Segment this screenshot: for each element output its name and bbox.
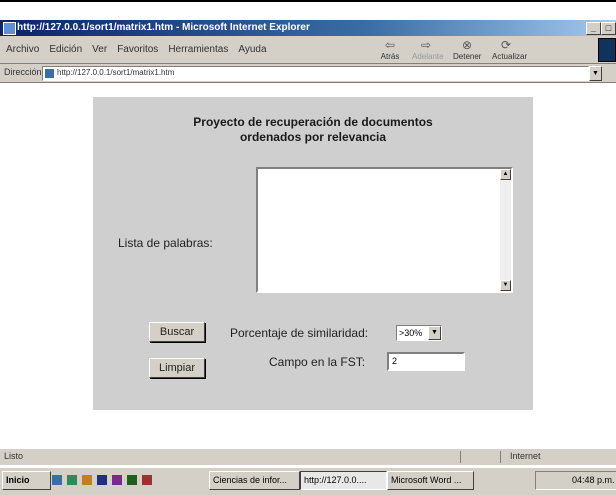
stop-button[interactable]: ⊗ Detener <box>453 38 481 61</box>
taskbar: Inicio Ciencias de infor... http://127.0… <box>0 467 616 495</box>
back-button[interactable]: ⇦ Atrás <box>376 38 404 61</box>
fst-field-input[interactable]: 2 <box>387 352 465 371</box>
address-value: http://127.0.0.1/sort1/matrix1.htm <box>57 68 175 77</box>
fst-field-label: Campo en la FST: <box>269 355 366 369</box>
menu-favoritos[interactable]: Favoritos <box>117 44 158 55</box>
similarity-select[interactable]: >30% ▼ <box>396 325 442 341</box>
quicklaunch-icon[interactable] <box>127 475 137 485</box>
start-button[interactable]: Inicio <box>2 471 51 490</box>
quicklaunch-icon[interactable] <box>82 475 92 485</box>
maximize-button[interactable]: □ <box>601 22 616 35</box>
address-bar: Dirección http://127.0.0.1/sort1/matrix1… <box>0 64 616 83</box>
status-bar: Listo Internet <box>0 448 616 465</box>
scroll-up-icon[interactable]: ▲ <box>500 169 511 180</box>
address-dropdown[interactable]: ▼ <box>589 66 602 81</box>
status-divider <box>500 451 501 463</box>
menu-toolbar: Archivo Edición Ver Favoritos Herramient… <box>0 36 616 64</box>
top-border <box>0 0 616 2</box>
system-tray: 04:48 p.m. <box>535 471 616 490</box>
page-icon <box>45 69 54 78</box>
word-list-label: Lista de palabras: <box>118 236 213 250</box>
page-title: Proyecto de recuperación de documentos o… <box>193 115 433 144</box>
chevron-down-icon[interactable]: ▼ <box>428 326 441 340</box>
refresh-button[interactable]: ⟳ Actualizar <box>492 38 527 61</box>
scroll-down-icon[interactable]: ▼ <box>500 280 511 291</box>
clear-button[interactable]: Limpiar <box>149 358 205 378</box>
window-title-bar[interactable]: http://127.0.0.1/sort1/matrix1.htm - Mic… <box>0 20 616 36</box>
menu-herramientas[interactable]: Herramientas <box>168 44 228 55</box>
quicklaunch-icon[interactable] <box>142 475 152 485</box>
menu-edicion[interactable]: Edición <box>49 44 82 55</box>
status-text: Listo <box>4 451 24 461</box>
menu-ver[interactable]: Ver <box>92 44 107 55</box>
stop-icon: ⊗ <box>461 38 473 52</box>
clock: 04:48 p.m. <box>572 475 615 485</box>
zone-label: Internet <box>510 451 541 461</box>
taskbar-item[interactable]: Ciencias de infor... <box>209 471 300 490</box>
windows-logo <box>598 38 616 62</box>
taskbar-item[interactable]: Microsoft Word ... <box>387 471 474 490</box>
quicklaunch-icon[interactable] <box>52 475 62 485</box>
word-list-textarea[interactable]: ▲ ▼ <box>256 167 513 293</box>
minimize-button[interactable]: _ <box>586 22 601 35</box>
search-button[interactable]: Buscar <box>149 322 205 342</box>
menu-bar: Archivo Edición Ver Favoritos Herramient… <box>6 44 267 55</box>
back-arrow-icon: ⇦ <box>384 38 396 52</box>
textarea-scrollbar[interactable]: ▲ ▼ <box>500 169 511 291</box>
menu-ayuda[interactable]: Ayuda <box>238 44 266 55</box>
similarity-label: Porcentaje de similaridad: <box>230 326 369 340</box>
quicklaunch-icon[interactable] <box>97 475 107 485</box>
status-divider <box>460 451 461 463</box>
address-label: Dirección <box>4 67 42 77</box>
menu-archivo[interactable]: Archivo <box>6 44 39 55</box>
address-input[interactable]: http://127.0.0.1/sort1/matrix1.htm <box>42 66 589 81</box>
ie-icon <box>3 22 16 35</box>
search-form-panel: Proyecto de recuperación de documentos o… <box>93 97 533 410</box>
quicklaunch-icon[interactable] <box>67 475 77 485</box>
forward-arrow-icon: ⇨ <box>420 38 432 52</box>
taskbar-item[interactable]: http://127.0.0.... <box>300 471 387 490</box>
forward-button[interactable]: ⇨ Adelante <box>412 38 444 61</box>
window-title: http://127.0.0.1/sort1/matrix1.htm - Mic… <box>17 22 310 33</box>
refresh-icon: ⟳ <box>500 38 512 52</box>
quicklaunch-icon[interactable] <box>112 475 122 485</box>
